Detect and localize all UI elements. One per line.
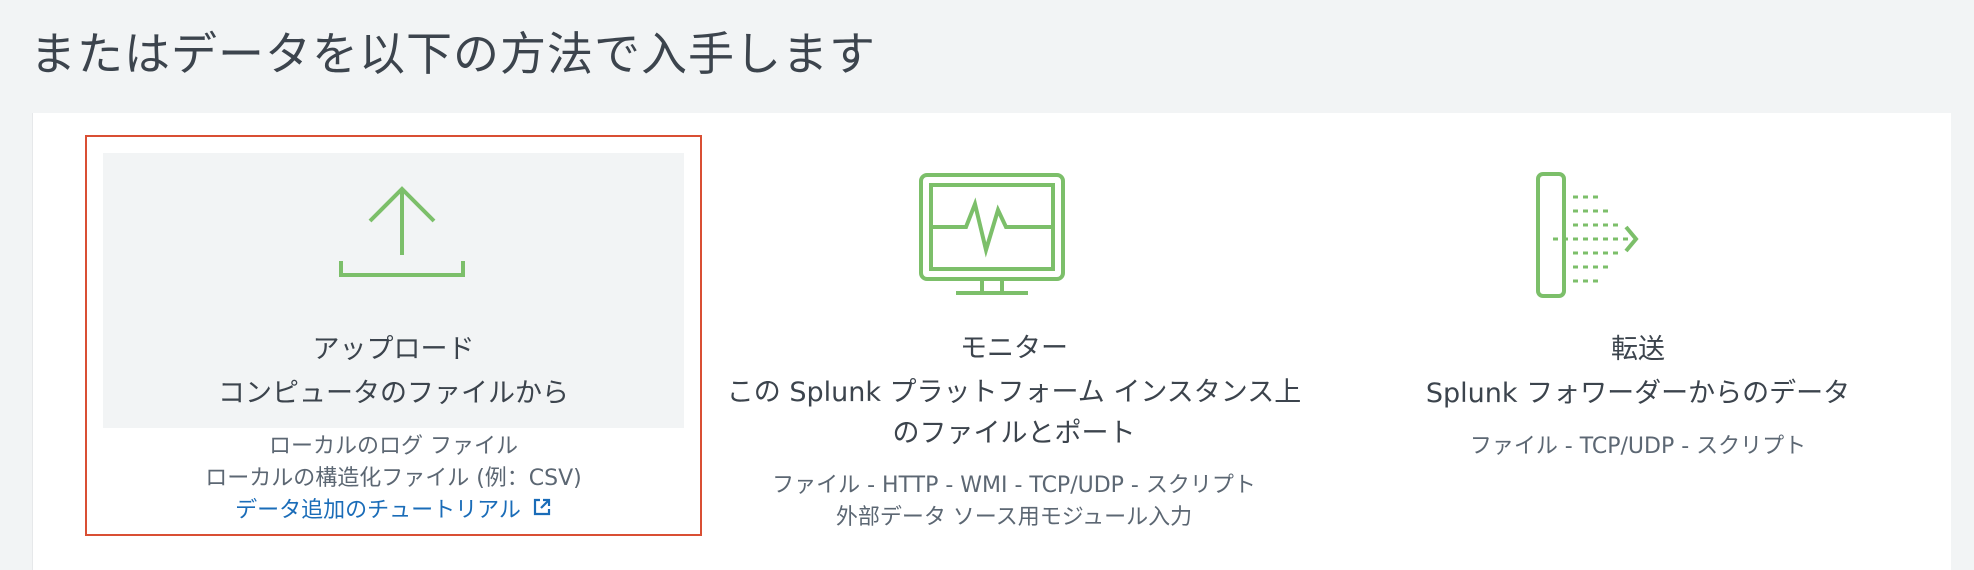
upload-title-line2[interactable]: コンピュータのファイルから <box>103 372 684 416</box>
monitor-icon[interactable] <box>918 172 1068 302</box>
data-input-options-panel: アップロード コンピュータのファイルから ローカルのログ ファイル ローカルの構… <box>32 113 1951 570</box>
monitor-desc-line2: 外部データ ソース用モジュール入力 <box>835 505 1193 530</box>
monitor-title-line2[interactable]: この Splunk プラットフォーム インスタンス上 <box>709 371 1319 415</box>
add-data-tutorial-link[interactable]: データ追加のチュートリアル <box>235 495 552 527</box>
add-data-tutorial-link-label[interactable]: データ追加のチュートリアル <box>235 498 521 523</box>
monitor-title-line1[interactable]: モニター <box>709 327 1319 371</box>
upload-icon[interactable] <box>337 185 467 289</box>
upload-desc-line1: ローカルのログ ファイル <box>269 434 518 459</box>
upload-desc-line2: ローカルの構造化ファイル (例：CSV) <box>205 466 582 491</box>
tutorial-link-row: データ追加のチュートリアル <box>103 495 684 527</box>
forward-desc-line1: ファイル - TCP/UDP - スクリプト <box>1469 434 1807 459</box>
forward-title-line2[interactable]: Splunk フォワーダーからのデータ <box>1333 372 1943 416</box>
page-title: またはデータを以下の方法で入手します <box>30 27 876 81</box>
external-link-icon[interactable] <box>532 495 552 527</box>
forwarder-icon[interactable] <box>1533 171 1643 305</box>
monitor-title-line3[interactable]: のファイルとポート <box>709 412 1319 456</box>
upload-title-line1[interactable]: アップロード <box>103 328 684 372</box>
monitor-desc-line1: ファイル - HTTP - WMI - TCP/UDP - スクリプト <box>772 473 1256 498</box>
forward-title-line1[interactable]: 転送 <box>1333 328 1943 372</box>
